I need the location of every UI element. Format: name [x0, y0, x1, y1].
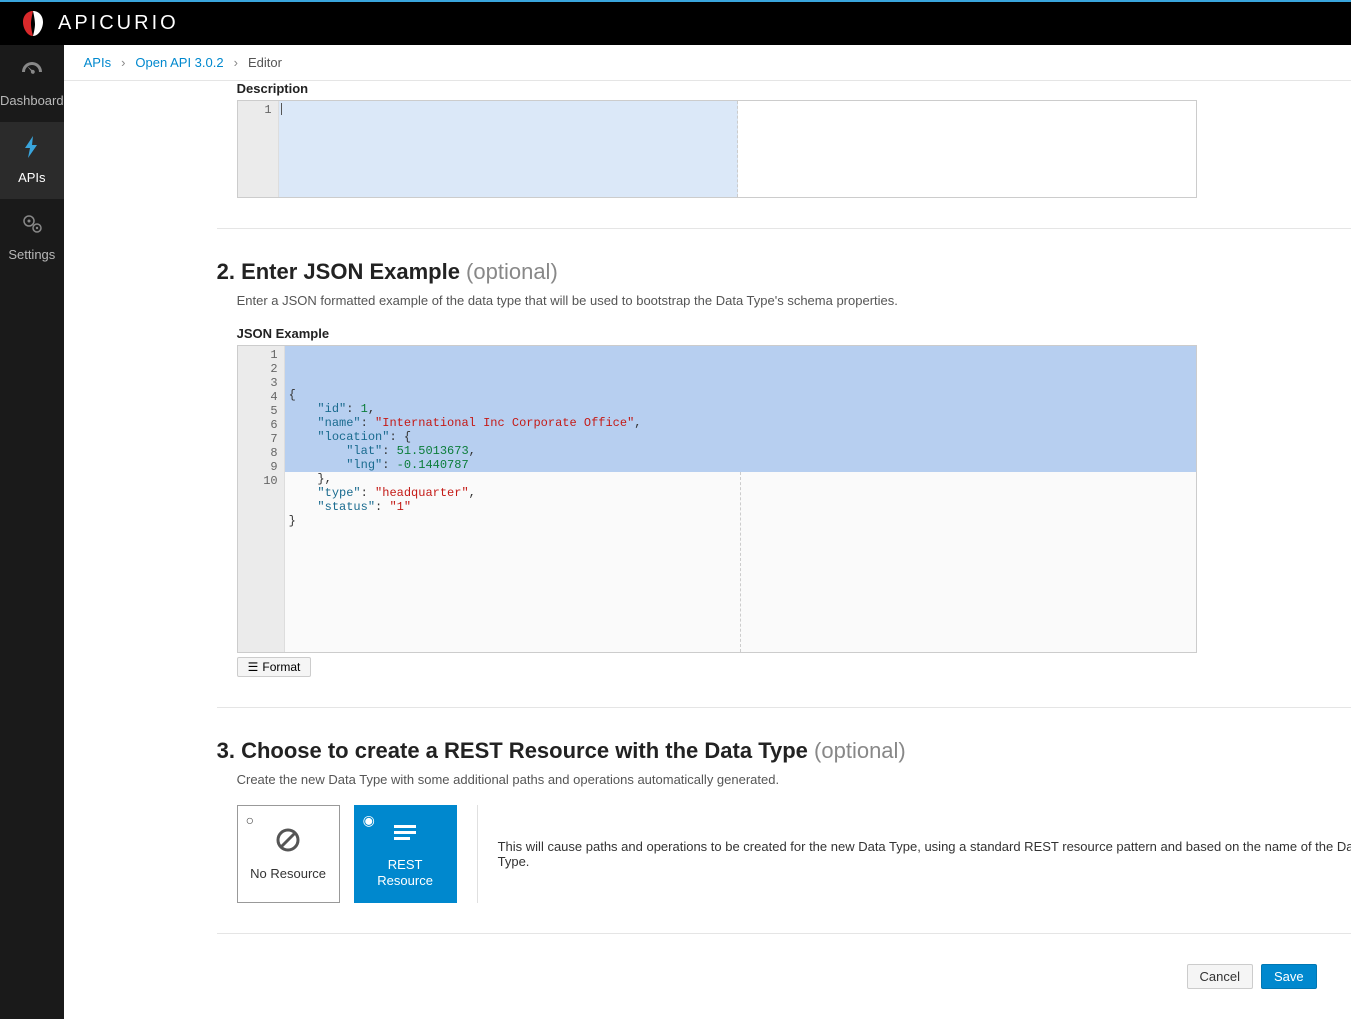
sidebar: Dashboard APIs Settings [0, 45, 64, 1019]
editor-gutter: 1 [238, 101, 279, 197]
indent-icon: ☰ [248, 660, 259, 674]
bolt-icon [25, 136, 39, 164]
json-example-label: JSON Example [237, 326, 1197, 341]
format-button[interactable]: ☰ Format [237, 657, 312, 677]
sidebar-item-dashboard[interactable]: Dashboard [0, 45, 64, 122]
description-editor[interactable]: 1 [237, 100, 1197, 198]
dashboard-icon [20, 59, 44, 87]
save-button[interactable]: Save [1261, 964, 1317, 989]
option-label: REST Resource [361, 857, 450, 888]
logo[interactable]: APICURIO [18, 9, 179, 39]
step2-title: 2. Enter JSON Example (optional) [217, 259, 1351, 285]
list-icon [392, 820, 418, 851]
logo-icon [18, 9, 48, 39]
divider [217, 933, 1351, 934]
chevron-right-icon: › [234, 55, 238, 70]
radio-off-icon: ○ [246, 812, 254, 828]
option-description: This will cause paths and operations to … [498, 805, 1351, 903]
sidebar-item-label: APIs [18, 170, 45, 185]
description-label: Description [237, 81, 1197, 96]
editor-gutter: 12345678910 [238, 346, 285, 652]
sidebar-item-settings[interactable]: Settings [0, 199, 64, 276]
logo-text: APICURIO [58, 12, 179, 35]
option-label: No Resource [250, 866, 326, 882]
divider [477, 805, 478, 903]
breadcrumb-openapi[interactable]: Open API 3.0.2 [135, 55, 223, 70]
sidebar-item-label: Settings [8, 247, 55, 262]
breadcrumb-current: Editor [248, 55, 282, 70]
radio-on-icon: ◉ [363, 812, 375, 829]
description-input[interactable] [279, 101, 738, 197]
step3-title: 3. Choose to create a REST Resource with… [217, 738, 1351, 764]
gear-icon [20, 213, 44, 241]
sidebar-item-label: Dashboard [0, 93, 64, 108]
sidebar-item-apis[interactable]: APIs [0, 122, 64, 199]
no-symbol-icon [275, 827, 301, 860]
chevron-right-icon: › [121, 55, 125, 70]
breadcrumb: APIs › Open API 3.0.2 › Editor [64, 45, 1351, 81]
json-example-editor[interactable]: 12345678910 { "id": 1, "name": "Internat… [237, 345, 1197, 653]
step2-help: Enter a JSON formatted example of the da… [237, 293, 1351, 308]
breadcrumb-apis[interactable]: APIs [84, 55, 111, 70]
divider [217, 707, 1351, 708]
json-input[interactable]: { "id": 1, "name": "International Inc Co… [285, 346, 1196, 652]
cancel-button[interactable]: Cancel [1187, 964, 1253, 989]
rest-resource-option[interactable]: ◉ REST Resource [354, 805, 457, 903]
divider [217, 228, 1351, 229]
no-resource-option[interactable]: ○ No Resource [237, 805, 340, 903]
topbar: APICURIO [0, 0, 1351, 45]
step3-help: Create the new Data Type with some addit… [237, 772, 1351, 787]
main: APIs › Open API 3.0.2 › Editor Descripti… [64, 45, 1351, 1019]
